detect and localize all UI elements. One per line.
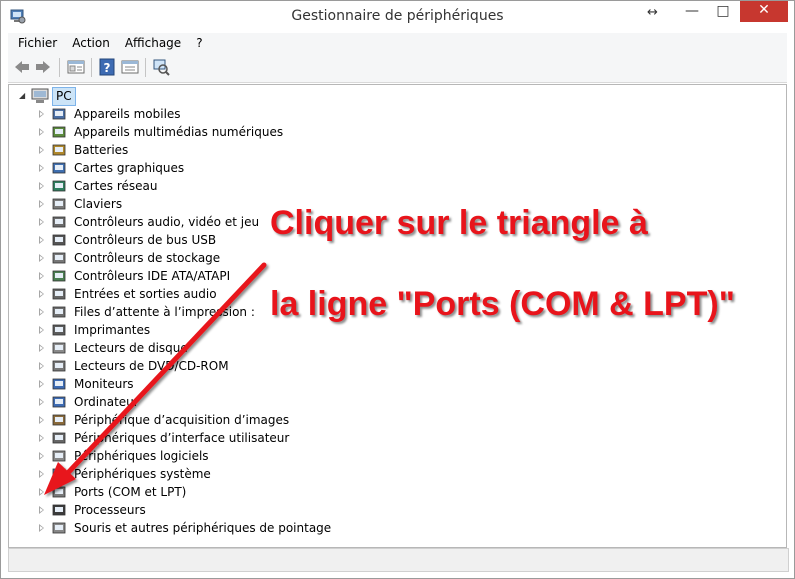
annotation-arrow xyxy=(44,262,267,495)
